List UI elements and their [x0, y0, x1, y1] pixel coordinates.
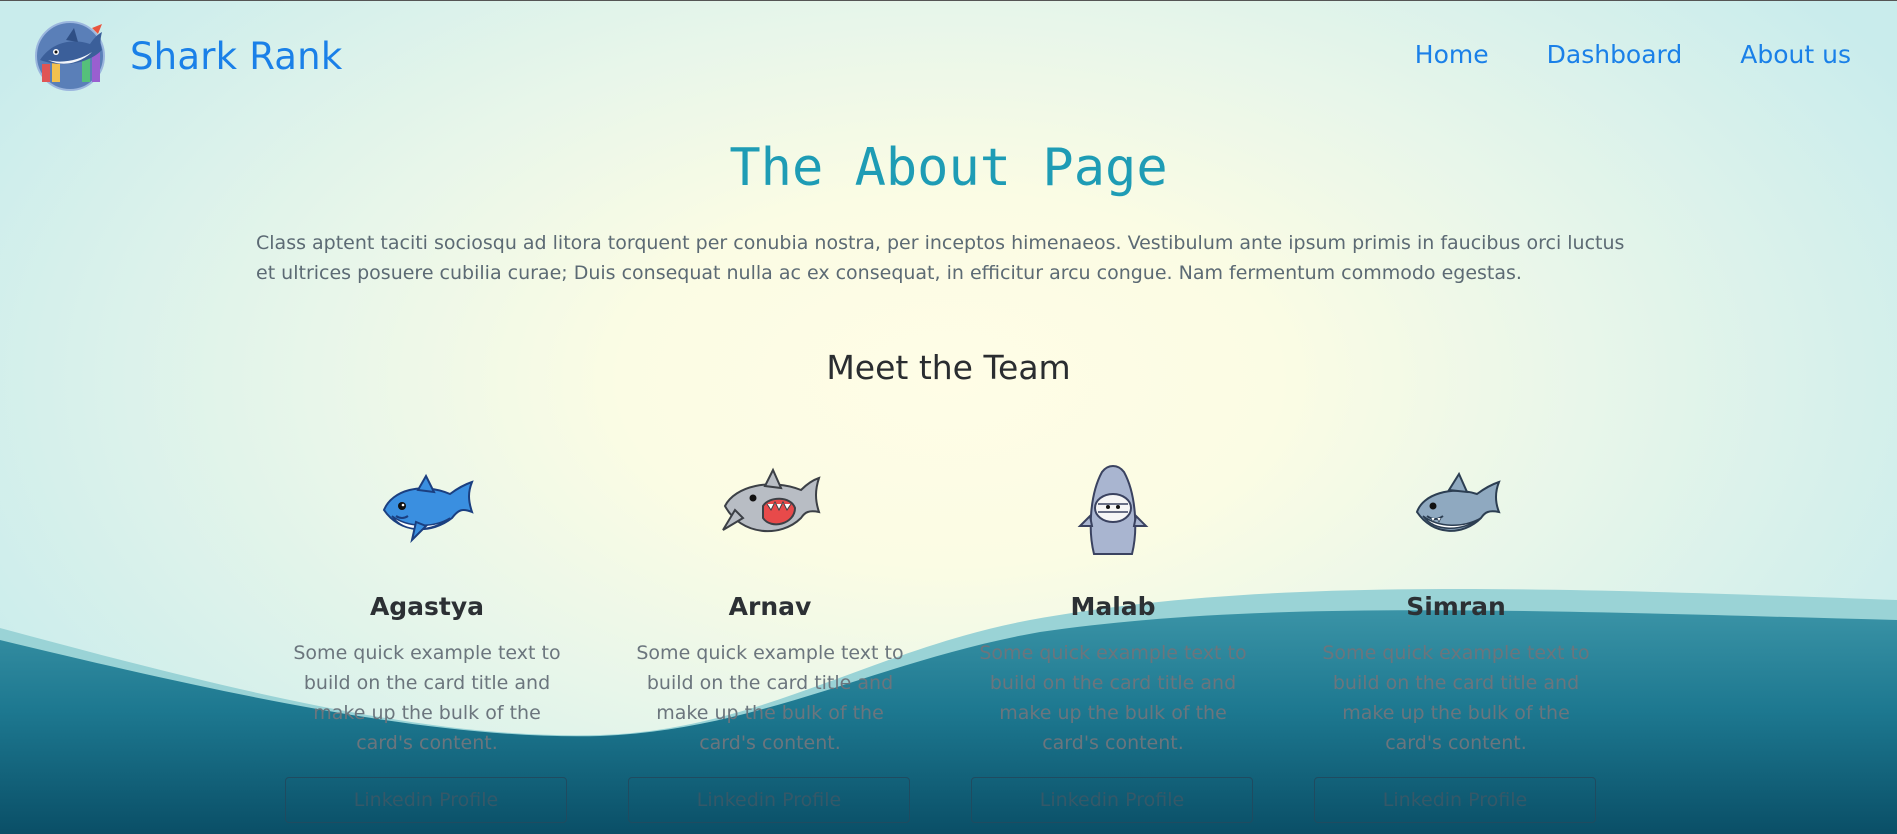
linkedin-profile-button[interactable]: Linkedin Profile [285, 777, 567, 823]
team-card-arnav: Arnav Some quick example text to build o… [627, 460, 913, 823]
smiling-shark-icon [1415, 471, 1501, 532]
grey-shark-open-mouth-icon [722, 467, 821, 533]
team-card-agastya: Agastya Some quick example text to build… [284, 460, 570, 823]
linkedin-profile-button[interactable]: Linkedin Profile [628, 777, 910, 823]
brand-link[interactable]: Shark Rank [32, 20, 342, 92]
brand-title: Shark Rank [130, 34, 343, 78]
intro-paragraph: Class aptent taciti sociosqu ad litora t… [256, 232, 1625, 284]
team-member-name: Arnav [728, 592, 812, 621]
team-member-description: Some quick example text to build on the … [1322, 642, 1590, 754]
blue-shark-icon [382, 473, 474, 544]
team-card-malab: Malab Some quick example text to build o… [970, 460, 1256, 823]
page-title: The About Page [729, 138, 1168, 198]
team-member-name: Malab [1070, 592, 1156, 621]
team-member-name: Agastya [369, 592, 485, 621]
team-card-simran: Simran Some quick example text to build … [1313, 460, 1599, 823]
shark-costume-icon [1077, 465, 1149, 555]
linkedin-profile-button[interactable]: Linkedin Profile [971, 777, 1253, 823]
navbar: Shark Rank Home Dashboard About us [0, 0, 1897, 112]
team-member-description: Some quick example text to build on the … [636, 642, 904, 754]
nav-about-link[interactable]: About us [1740, 40, 1851, 69]
team-heading: Meet the Team [826, 348, 1071, 387]
linkedin-profile-button[interactable]: Linkedin Profile [1314, 777, 1596, 823]
shark-logo-icon [35, 21, 105, 91]
nav-dashboard-link[interactable]: Dashboard [1547, 40, 1683, 69]
team-member-description: Some quick example text to build on the … [979, 642, 1247, 754]
main-nav: Home Dashboard About us [1415, 40, 1851, 69]
team-member-description: Some quick example text to build on the … [293, 642, 561, 754]
nav-home-link[interactable]: Home [1415, 40, 1489, 69]
team-member-name: Simran [1406, 592, 1506, 621]
